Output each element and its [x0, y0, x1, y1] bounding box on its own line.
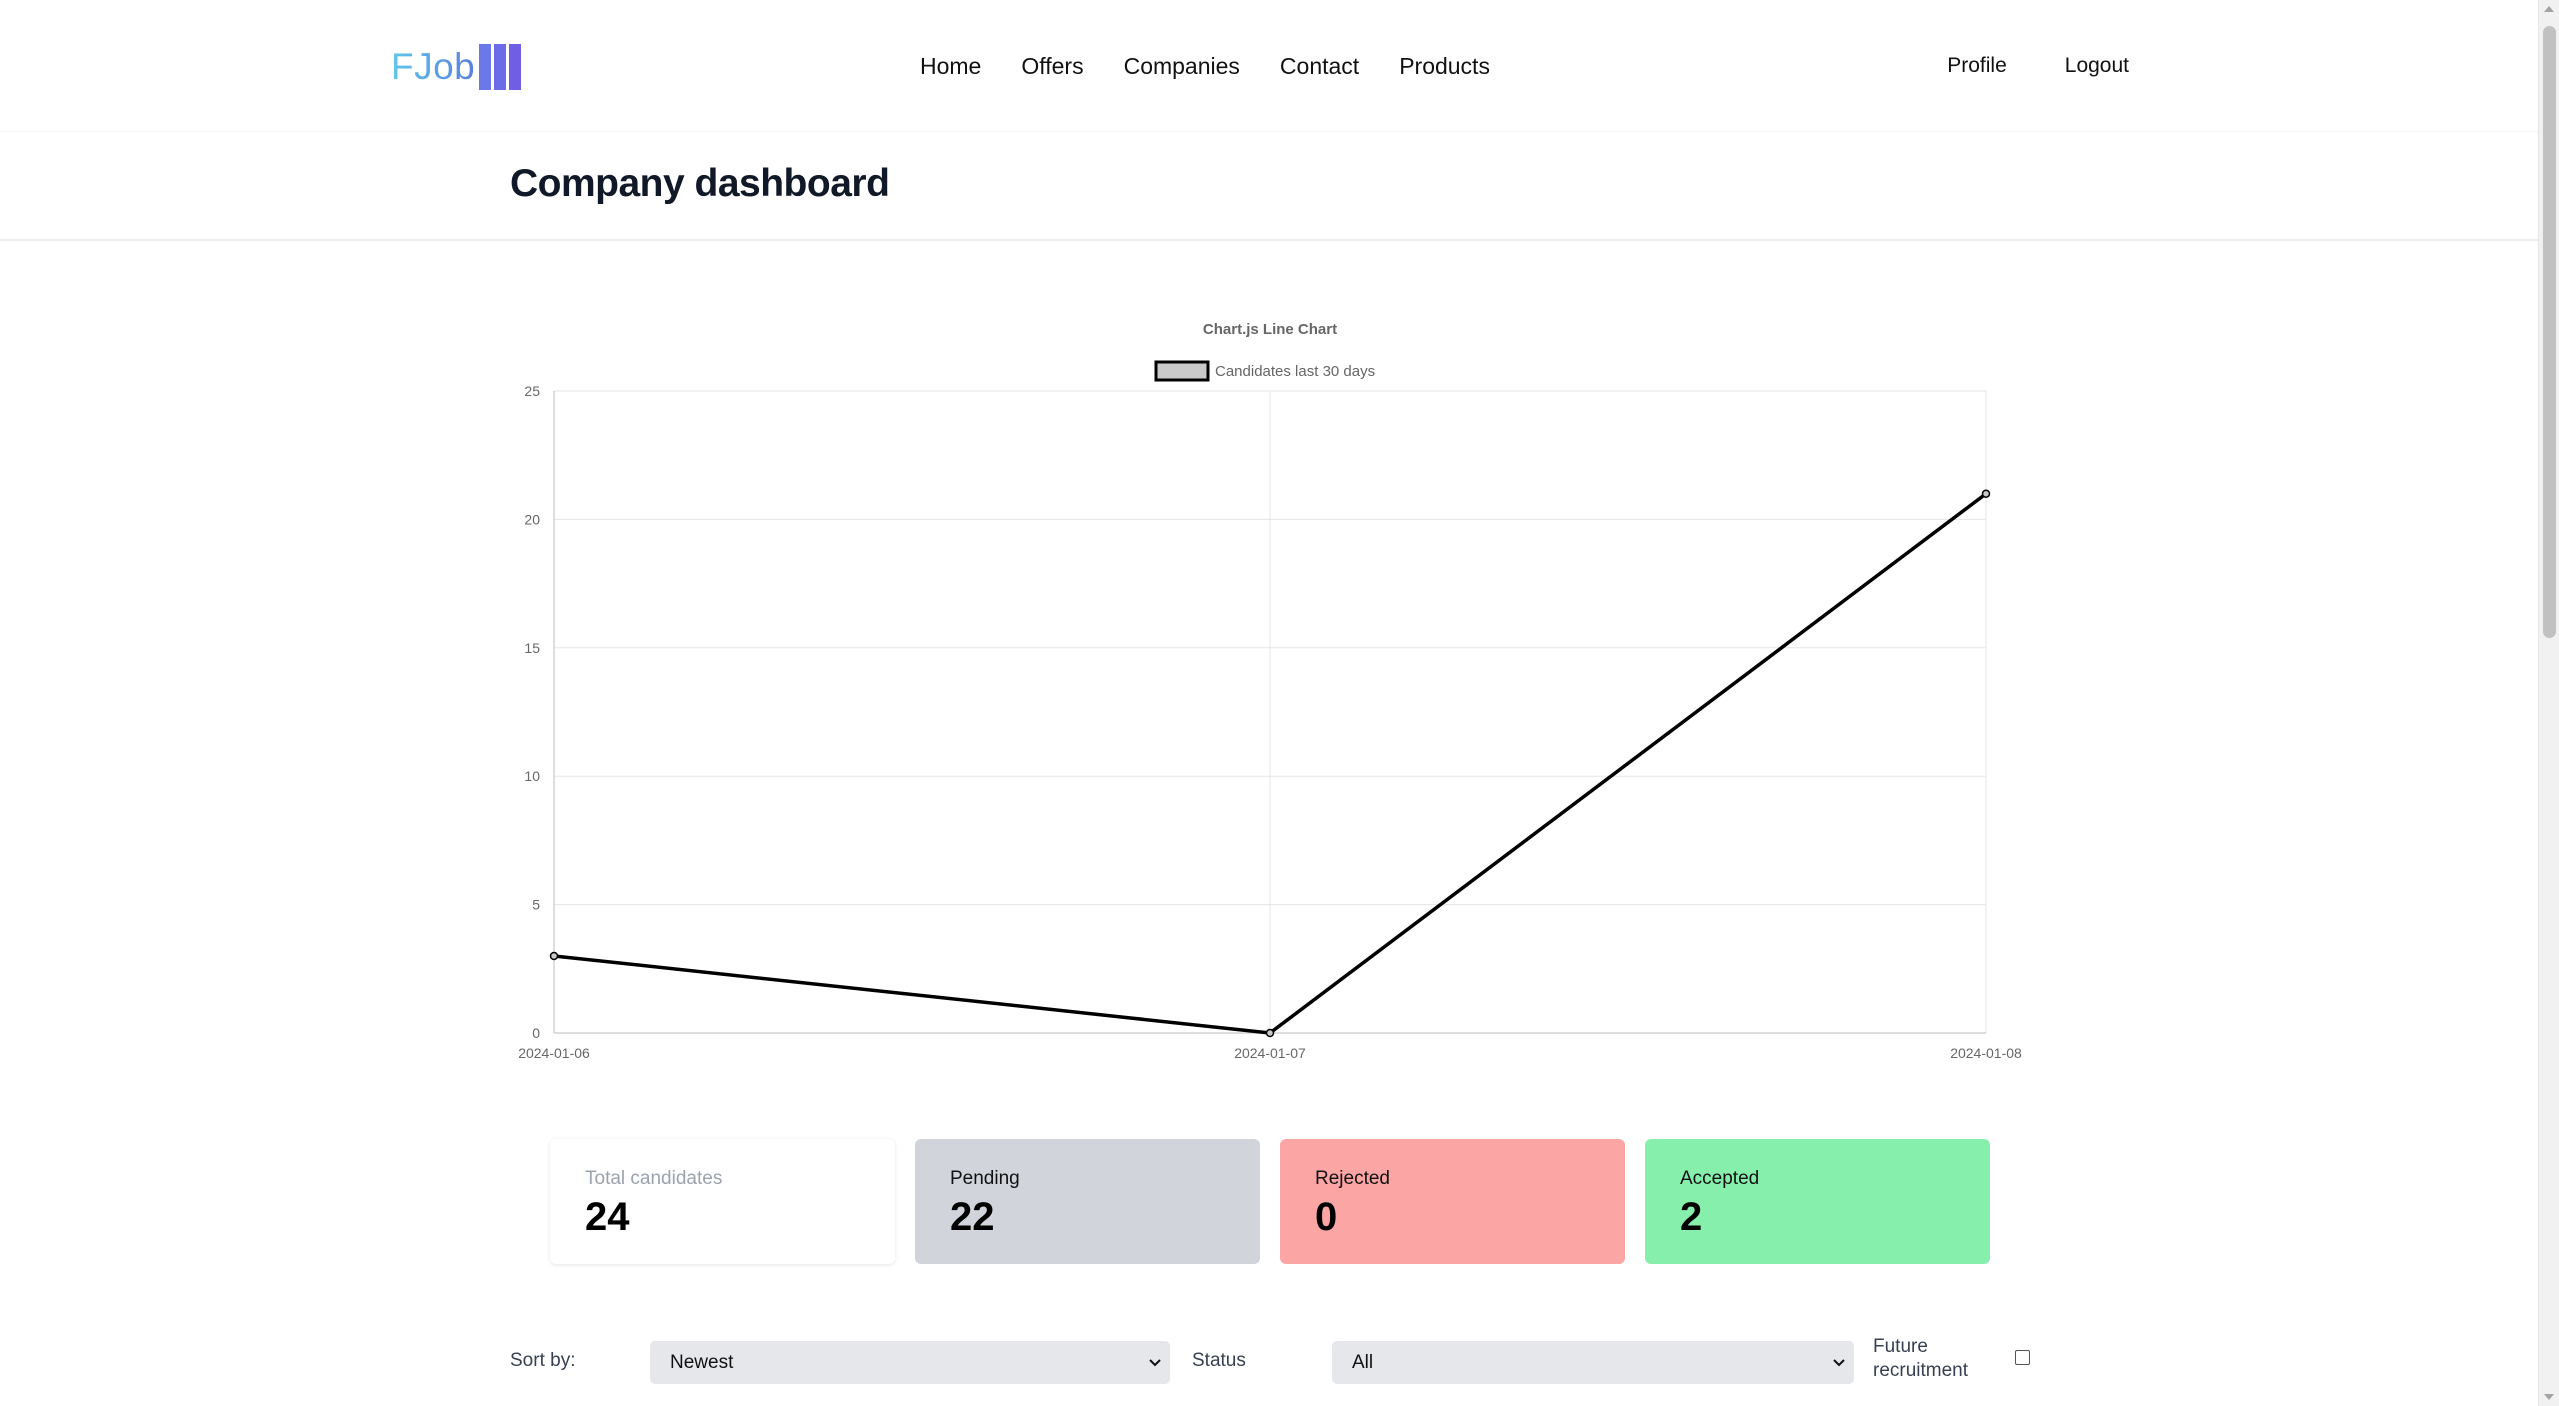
x-axis-ticks: 2024-01-06 2024-01-07 2024-01-08 [518, 1045, 2022, 1061]
y-tick-label: 20 [524, 511, 540, 527]
logo-link[interactable]: FJob [391, 44, 522, 90]
total-candidates-value: 24 [585, 1195, 630, 1239]
status-label: Status [1192, 1350, 1246, 1371]
main-nav: Home Offers Companies Contact Products [920, 50, 1490, 82]
pending-value: 22 [950, 1195, 995, 1239]
y-tick-label: 0 [532, 1025, 540, 1041]
chart-title: Chart.js Line Chart [1203, 321, 1337, 338]
sort-select-value: Newest [670, 1352, 734, 1373]
data-point[interactable] [549, 951, 559, 961]
accepted-value: 2 [1680, 1195, 1703, 1239]
x-tick-label: 2024-01-07 [1234, 1045, 1306, 1061]
rejected-label: Rejected [1315, 1168, 1390, 1189]
future-recruitment-line1: Future [1873, 1336, 1928, 1357]
y-tick-label: 15 [524, 640, 540, 656]
user-nav: Profile Logout [1947, 50, 2129, 82]
filters-bar: Sort by: Newest Status All Future recrui… [510, 1335, 2030, 1395]
x-tick-label: 2024-01-06 [518, 1045, 590, 1061]
navbar: FJob Home Offers Companies Contact Produ… [0, 0, 2538, 132]
accepted-label: Accepted [1680, 1168, 1760, 1189]
page-scrollbar[interactable] [2538, 0, 2559, 1406]
scroll-up-icon[interactable] [2544, 6, 2554, 12]
candidates-line-chart: Chart.js Line Chart Candidates last 30 d… [500, 310, 2040, 1080]
y-tick-label: 25 [524, 383, 540, 399]
stats-row: Total candidates 24 Pending 22 Rejected … [550, 1139, 1990, 1264]
profile-link[interactable]: Profile [1947, 50, 2007, 82]
sort-select[interactable]: Newest [650, 1341, 1170, 1384]
chevron-down-icon [1833, 1359, 1845, 1367]
nav-products-link[interactable]: Products [1399, 50, 1490, 82]
rejected-value: 0 [1315, 1195, 1338, 1239]
future-recruitment-label: Future recruitment [1873, 1335, 1968, 1383]
logo-text: FJob [391, 44, 475, 90]
chart-grid [553, 390, 1987, 1034]
status-select[interactable]: All [1332, 1341, 1854, 1384]
future-recruitment-checkbox[interactable] [2015, 1350, 2030, 1365]
chevron-down-icon [1149, 1359, 1161, 1367]
rejected-card: Rejected 0 [1280, 1139, 1625, 1264]
nav-companies-link[interactable]: Companies [1124, 50, 1240, 82]
data-point[interactable] [1981, 489, 1991, 498]
nav-home-link[interactable]: Home [920, 50, 981, 82]
status-select-value: All [1352, 1352, 1374, 1373]
page-header: Company dashboard [0, 133, 2538, 241]
x-tick-label: 2024-01-08 [1950, 1045, 2022, 1061]
y-tick-label: 10 [524, 768, 540, 784]
y-axis-ticks: 0 5 10 15 20 25 [524, 383, 540, 1041]
future-recruitment-line2: recruitment [1873, 1360, 1969, 1381]
legend-swatch [1154, 360, 1210, 382]
nav-contact-link[interactable]: Contact [1280, 50, 1359, 82]
accepted-card: Accepted 2 [1645, 1139, 1990, 1264]
pending-card: Pending 22 [915, 1139, 1260, 1264]
nav-offers-link[interactable]: Offers [1021, 50, 1083, 82]
chart-svg: Chart.js Line Chart Candidates last 30 d… [518, 321, 2022, 1061]
sort-label: Sort by: [510, 1350, 576, 1371]
scrollbar-thumb[interactable] [2543, 26, 2556, 638]
legend-label: Candidates last 30 days [1215, 363, 1375, 380]
logout-link[interactable]: Logout [2065, 50, 2129, 82]
y-tick-label: 5 [532, 897, 540, 913]
logo-bars-icon [479, 44, 522, 90]
total-candidates-card: Total candidates 24 [550, 1139, 895, 1264]
total-candidates-label: Total candidates [585, 1168, 723, 1189]
page-title: Company dashboard [510, 162, 890, 205]
data-point[interactable] [1265, 1028, 1275, 1038]
scroll-down-icon[interactable] [2544, 1394, 2554, 1400]
chart-legend[interactable]: Candidates last 30 days [1154, 360, 1375, 382]
pending-label: Pending [950, 1168, 1020, 1189]
